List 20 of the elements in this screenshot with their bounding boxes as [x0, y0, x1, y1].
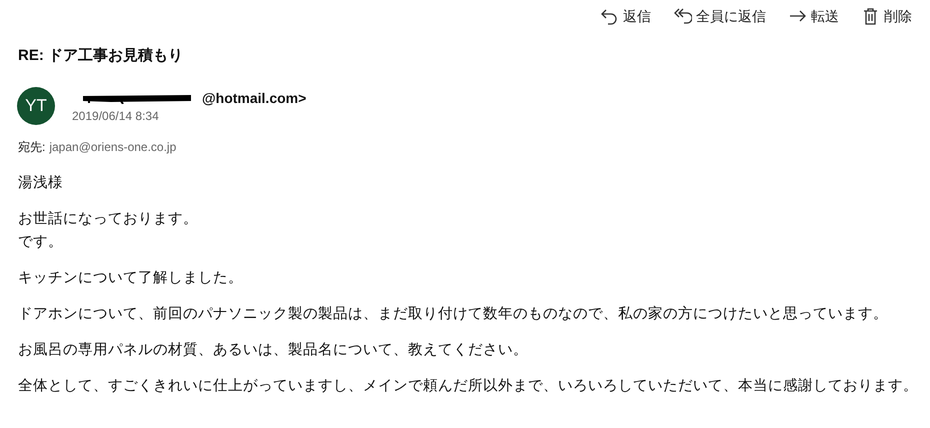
recipient-address: japan@oriens-one.co.jp — [49, 140, 176, 154]
message-date: 2019/06/14 8:34 — [72, 108, 160, 122]
sender-address: @hotmail.com> — [202, 90, 306, 106]
body-text: お風呂の専用パネルの材質、あるいは、製品名について、教えてください。 — [18, 341, 528, 360]
body-text: お世話になっております。 — [18, 210, 198, 229]
body-text: です。 — [18, 233, 63, 252]
recipient-label: 宛先: — [18, 140, 46, 154]
body-text: キッチンについて了解しました。 — [18, 269, 243, 288]
body-text: 全体として、すごくきれいに仕上がっていますし、メインで頼んだ所以外まで、いろいろしていただいて、本当に感謝しております。 — [18, 377, 918, 396]
toolbar-button[interactable]: 転送 — [780, 5, 847, 28]
body-text: ドアホンについて、前回のパナソニック製の製品は、まだ取り付けて数年のものなので、私の家の方につけたいと思っています。 — [18, 304, 888, 324]
toolbar-button[interactable]: 返信 — [592, 5, 659, 28]
toolbar-button[interactable]: 削除 — [853, 5, 920, 28]
avatar: YT — [17, 87, 55, 125]
message-subject: RE: ドア工事お見積もり — [17, 46, 184, 65]
toolbar-button[interactable]: 全員に返信 — [665, 5, 774, 28]
trash-icon — [861, 7, 880, 26]
reply-all-arrow-icon — [673, 7, 692, 26]
body-text: 湯浅様 — [18, 174, 63, 193]
reply-arrow-icon — [600, 7, 619, 26]
